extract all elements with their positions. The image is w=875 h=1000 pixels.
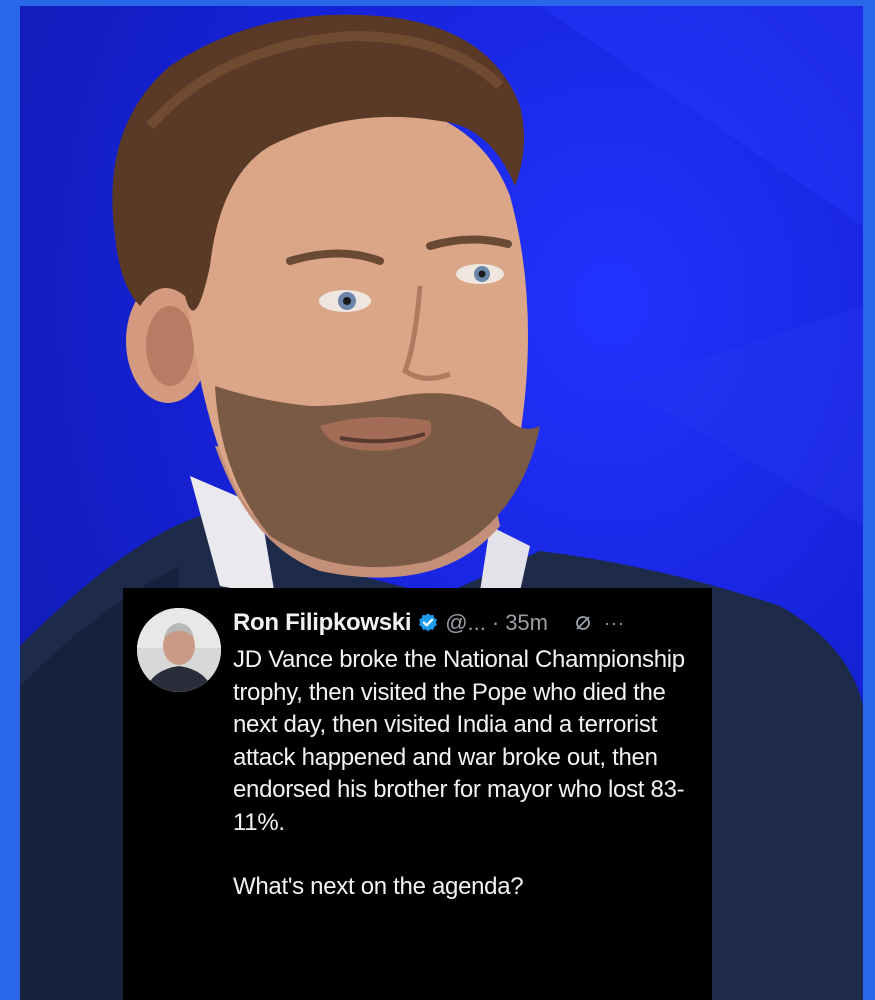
- tweet-text-followup: What's next on the agenda?: [233, 873, 524, 900]
- more-icon[interactable]: ···: [604, 613, 625, 634]
- tweet-card[interactable]: Ron Filipkowski @... · 35m ··· JD Vance …: [123, 588, 712, 1000]
- tweet-text: JD Vance broke the National Championship…: [233, 646, 685, 836]
- tweet-header: Ron Filipkowski @... · 35m ···: [233, 606, 703, 640]
- verified-badge-icon: [417, 612, 439, 634]
- tweet-time[interactable]: 35m: [505, 610, 548, 636]
- time-separator: ·: [491, 610, 500, 635]
- avatar[interactable]: [137, 608, 221, 692]
- grok-icon[interactable]: [574, 614, 592, 632]
- author-handle[interactable]: @...: [445, 610, 486, 636]
- author-name[interactable]: Ron Filipkowski: [233, 609, 411, 637]
- tweet-body: JD Vance broke the National Championship…: [233, 644, 703, 904]
- avatar-image: [137, 608, 221, 692]
